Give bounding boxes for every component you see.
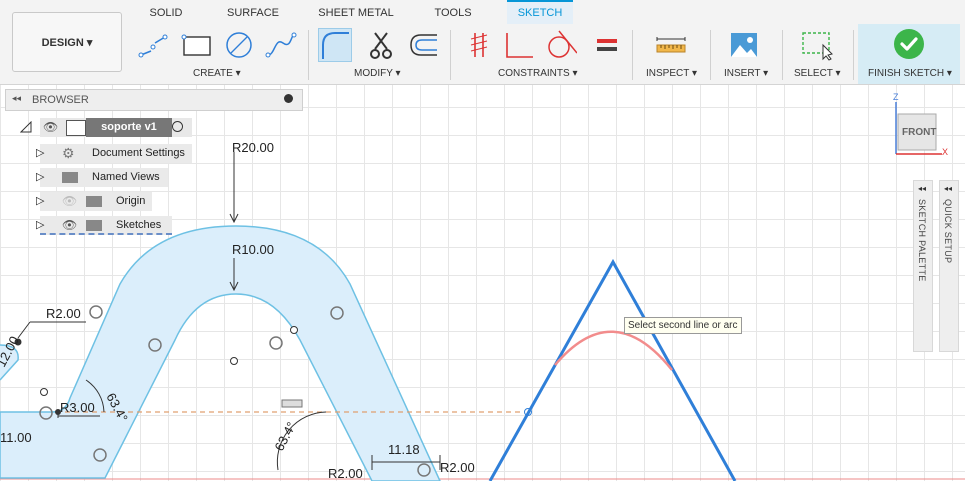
- expand-arrow-icon[interactable]: ▷: [36, 216, 44, 235]
- sketch-point[interactable]: [40, 388, 48, 396]
- front-face-label[interactable]: FRONT: [902, 127, 936, 138]
- sketch-center-point[interactable]: [230, 357, 238, 365]
- eye-icon[interactable]: 👁: [43, 118, 58, 137]
- quick-setup-tab[interactable]: ◂◂ QUICK SETUP: [939, 180, 959, 352]
- tree-item-label: Document Settings: [92, 147, 185, 159]
- tree-item-label: Sketches: [116, 219, 162, 231]
- expand-arrow-icon[interactable]: ▷: [36, 144, 44, 163]
- root-component-label[interactable]: soporte v1: [86, 118, 172, 137]
- tree-item-origin[interactable]: ▷ 👁 Origin: [36, 192, 152, 211]
- dim-leader-r2a: [17, 321, 86, 339]
- dim-r3[interactable]: R3.00: [60, 400, 95, 415]
- x-axis-label: X: [942, 147, 949, 157]
- horizontal-constraint-icon[interactable]: [281, 399, 303, 408]
- sketch-palette-tab[interactable]: ◂◂ SKETCH PALETTE: [913, 180, 933, 352]
- folder-icon: [62, 172, 78, 183]
- browser-minimize-icon[interactable]: [284, 94, 293, 103]
- sketch-profile[interactable]: [0, 225, 441, 481]
- dim-r2-bottom[interactable]: R2.00: [328, 466, 363, 481]
- sketch-palette-label: SKETCH PALETTE: [917, 199, 927, 282]
- browser-panel[interactable]: ◂◂ BROWSER: [5, 89, 303, 111]
- quick-setup-label: QUICK SETUP: [943, 199, 953, 264]
- dim-r2-left[interactable]: R2.00: [46, 306, 81, 321]
- eye-hidden-icon[interactable]: 👁: [62, 192, 77, 211]
- expand-arrow-icon[interactable]: ▷: [36, 168, 44, 187]
- dim-leader-r20: [229, 152, 239, 224]
- dim-r20[interactable]: R20.00: [232, 140, 274, 155]
- dim-r10[interactable]: R10.00: [232, 242, 274, 257]
- sketch-point[interactable]: [290, 326, 298, 334]
- tree-item-sketches[interactable]: ▷ 👁 Sketches: [36, 216, 172, 235]
- component-icon: [66, 120, 86, 136]
- dim-r2-right[interactable]: R2.00: [440, 460, 475, 475]
- eye-icon[interactable]: 👁: [62, 216, 77, 235]
- tangent-constraint-icon[interactable]: [269, 336, 283, 350]
- selected-lines[interactable]: [488, 258, 737, 481]
- folder-icon: [86, 220, 102, 231]
- browser-root-item[interactable]: 👁 soporte v1: [40, 118, 192, 137]
- activate-radio-icon[interactable]: [172, 121, 183, 132]
- z-axis-label: Z: [893, 92, 899, 102]
- browser-title: BROWSER: [32, 94, 89, 106]
- expand-icon[interactable]: ◂◂: [918, 184, 926, 193]
- tree-item-label: Named Views: [92, 171, 160, 183]
- tree-item-named-views[interactable]: ▷ Named Views: [36, 168, 168, 187]
- dim-angle-2[interactable]: 63.4°: [271, 419, 299, 453]
- folder-icon: [86, 196, 102, 207]
- tree-item-document-settings[interactable]: ▷ ⚙ Document Settings: [36, 144, 192, 163]
- expand-arrow-icon[interactable]: ▷: [36, 192, 44, 211]
- tangent-constraint-icon[interactable]: [89, 305, 103, 319]
- tree-item-label: Origin: [116, 195, 146, 207]
- collapse-icon[interactable]: ◂◂: [12, 93, 21, 104]
- view-cube[interactable]: Z X FRONT: [884, 92, 948, 158]
- selection-tooltip: Select second line or arc: [624, 317, 742, 334]
- sketch-geometry: R20.00 R10.00 R2.00 R3.00 11.00 12.00 63…: [0, 140, 965, 481]
- triangle-expand-icon[interactable]: [19, 120, 32, 133]
- expand-icon[interactable]: ◂◂: [944, 184, 952, 193]
- dim-11[interactable]: 11.00: [0, 430, 32, 445]
- dim-1118[interactable]: 11.18: [388, 442, 420, 457]
- gear-icon: ⚙: [62, 145, 75, 161]
